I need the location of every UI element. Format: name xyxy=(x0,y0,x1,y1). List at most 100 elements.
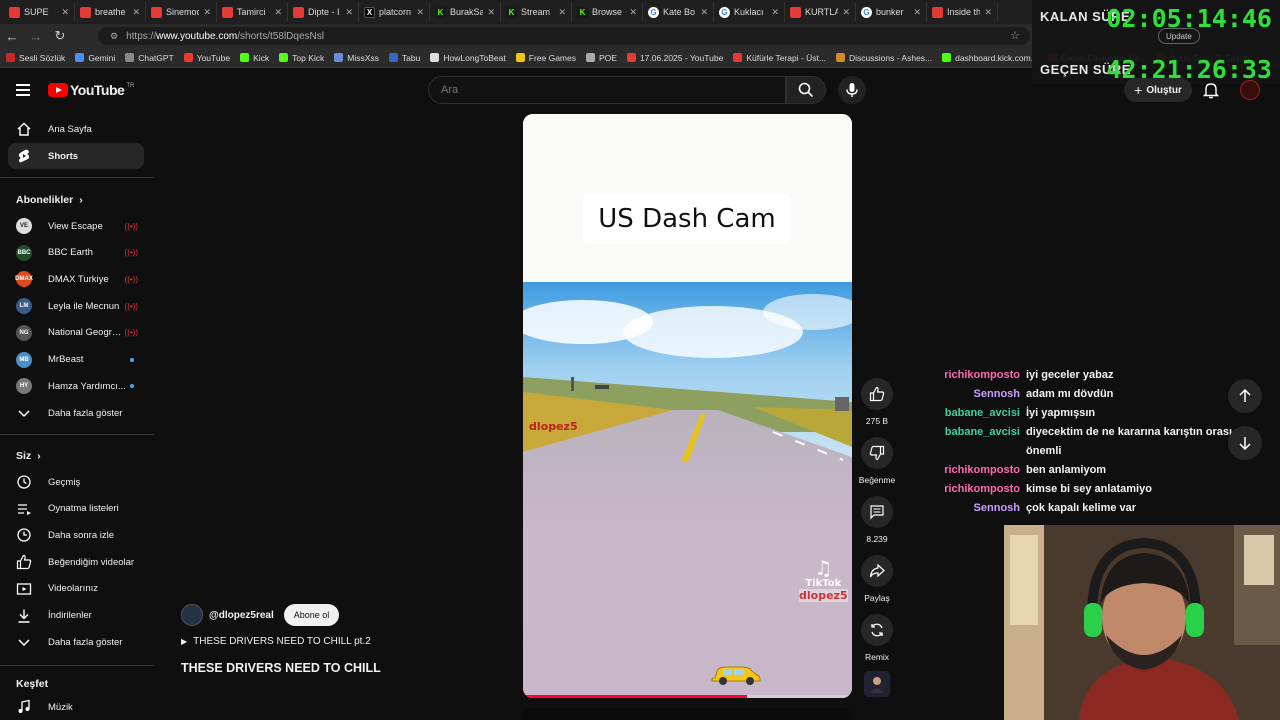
browser-tab[interactable]: Sinemod ✕ xyxy=(146,2,217,22)
close-tab-icon[interactable]: ✕ xyxy=(984,7,992,18)
address-bar[interactable]: ⚙ https://www.youtube.com/shorts/t58lDqe… xyxy=(98,27,1030,45)
reload-icon[interactable]: ↻ xyxy=(48,24,72,48)
channel-avatar[interactable] xyxy=(181,604,203,626)
youtube-logo[interactable]: YouTube TR xyxy=(48,82,134,98)
sidebar-item-label: Oynatma listeleri xyxy=(48,503,119,515)
bookmark-item[interactable]: HowLongToBeat xyxy=(430,53,506,63)
bookmark-item[interactable]: Free Games xyxy=(515,53,576,63)
bookmark-item[interactable]: POE xyxy=(586,53,617,63)
bookmark-item[interactable]: Kick xyxy=(240,53,269,63)
bookmark-item[interactable]: ChatGPT xyxy=(125,53,174,63)
subscribe-button[interactable]: Abone ol xyxy=(283,604,340,626)
bookmark-item[interactable]: Gemini xyxy=(75,53,115,63)
close-tab-icon[interactable]: ✕ xyxy=(842,7,850,18)
menu-icon[interactable] xyxy=(16,84,30,96)
next-short-button[interactable] xyxy=(1228,426,1262,460)
comment-icon xyxy=(870,505,884,520)
browser-tab[interactable]: K Stream ✕ xyxy=(501,2,572,22)
sidebar-item-home[interactable]: Ana Sayfa xyxy=(8,116,144,142)
close-tab-icon[interactable]: ✕ xyxy=(629,7,637,18)
sidebar-item-your-videos[interactable]: Videolarınız xyxy=(8,576,144,602)
short-progress-bar[interactable] xyxy=(523,695,852,698)
create-button[interactable]: + Oluştur xyxy=(1124,78,1192,102)
forward-icon[interactable]: → xyxy=(24,24,48,48)
browser-tab[interactable]: Tamirci ✕ xyxy=(217,2,288,22)
bookmark-item[interactable]: Küfürle Terapi - Üst... xyxy=(733,53,826,63)
sidebar-item-music[interactable]: Müzik xyxy=(8,694,144,720)
comments-button[interactable]: 8.239 xyxy=(858,496,896,544)
browser-tab[interactable]: KURTLA ✕ xyxy=(785,2,856,22)
channel-avatar-button[interactable] xyxy=(858,671,896,697)
close-tab-icon[interactable]: ✕ xyxy=(132,7,140,18)
bookmark-item[interactable]: dashboard.kick.com... xyxy=(942,53,1038,63)
share-button[interactable]: Paylaş xyxy=(858,555,896,603)
close-tab-icon[interactable]: ✕ xyxy=(487,7,495,18)
bookmark-item[interactable]: Sesli Sözlük xyxy=(6,53,65,63)
dislike-button[interactable]: Beğenme xyxy=(858,437,896,485)
account-avatar[interactable] xyxy=(1240,80,1260,100)
browser-tab[interactable]: K BurakSa ✕ xyxy=(430,2,501,22)
short-video-player[interactable]: US Dash Cam dlopez5 ♫ TikTok dlopez5 xyxy=(523,114,852,698)
sidebar-item-chevron-down[interactable]: Daha fazla göster xyxy=(8,629,144,655)
browser-tab[interactable]: Xplatcorn ✕ xyxy=(359,2,430,22)
youtube-icon xyxy=(222,6,233,18)
browser-tab[interactable]: G Kate Bo ✕ xyxy=(643,2,714,22)
close-tab-icon[interactable]: ✕ xyxy=(913,7,921,18)
bookmark-item[interactable]: Top Kick xyxy=(279,53,324,63)
subscription-item[interactable]: MB MrBeast xyxy=(8,347,144,373)
browser-tab[interactable]: Inside th ✕ xyxy=(927,2,998,22)
bookmark-item[interactable]: 17.06.2025 - YouTube xyxy=(626,53,723,63)
bookmark-item[interactable]: Discussions - Ashes... xyxy=(836,53,932,63)
browser-tab-title: SUPE xyxy=(24,7,49,17)
subscriptions-heading[interactable]: Abonelikler › xyxy=(16,194,83,206)
sidebar-item-playlists[interactable]: Oynatma listeleri xyxy=(8,496,144,522)
sidebar-item-shorts[interactable]: Shorts xyxy=(8,143,144,169)
bookmark-item[interactable]: Tabu xyxy=(388,53,420,63)
close-tab-icon[interactable]: ✕ xyxy=(771,7,779,18)
search-input[interactable] xyxy=(441,84,741,96)
video-title[interactable]: THESE DRIVERS NEED TO CHILL xyxy=(181,661,501,675)
next-short-preview[interactable] xyxy=(523,708,852,720)
channel-handle[interactable]: @dlopez5real xyxy=(209,610,274,621)
subscription-item[interactable]: DMAX DMAX Turkiye ((•)) xyxy=(8,266,144,292)
close-tab-icon[interactable]: ✕ xyxy=(416,7,424,18)
previous-short-button[interactable] xyxy=(1228,379,1262,413)
bookmark-item[interactable]: MissXss xyxy=(334,53,379,63)
notifications-bell-icon[interactable] xyxy=(1202,80,1220,100)
close-tab-icon[interactable]: ✕ xyxy=(345,7,353,18)
browser-update-button[interactable]: Update xyxy=(1158,28,1200,44)
sidebar-item-downloads[interactable]: İndirilenler xyxy=(8,603,144,629)
sidebar-item-watch-later[interactable]: Daha sonra izle xyxy=(8,522,144,548)
you-heading[interactable]: Siz › xyxy=(16,450,41,462)
subscription-item[interactable]: BBC BBC Earth ((•)) xyxy=(8,240,144,266)
subscription-item[interactable]: NG National Geogra... ((•)) xyxy=(8,320,144,346)
subscription-item[interactable]: HY Hamza Yardımcı... xyxy=(8,373,144,399)
close-tab-icon[interactable]: ✕ xyxy=(61,7,69,18)
like-button[interactable]: 275 B xyxy=(858,378,896,426)
search-button[interactable] xyxy=(786,76,826,104)
close-tab-icon[interactable]: ✕ xyxy=(558,7,566,18)
browser-tab[interactable]: Dipte - I ✕ xyxy=(288,2,359,22)
browser-tab[interactable]: Gbunker ✕ xyxy=(856,2,927,22)
back-icon[interactable]: ← xyxy=(0,24,24,48)
browser-tab[interactable]: SUPE ✕ xyxy=(4,2,75,22)
playlist-link[interactable]: ▶ THESE DRIVERS NEED TO CHILL pt.2 xyxy=(181,636,501,647)
bookmark-item[interactable]: YouTube xyxy=(183,53,230,63)
voice-search-button[interactable] xyxy=(838,76,866,104)
sidebar-item-history[interactable]: Geçmiş xyxy=(8,469,144,495)
browser-tab[interactable]: G Kuklacı ✕ xyxy=(714,2,785,22)
sidebar-item-liked-videos[interactable]: Beğendiğim videolar xyxy=(8,549,144,575)
subscription-item[interactable]: LM Leyla ile Mecnun ((•)) xyxy=(8,293,144,319)
site-info-icon[interactable]: ⚙ xyxy=(110,31,118,42)
search-box[interactable] xyxy=(428,76,786,104)
channel-avatar: LM xyxy=(16,298,32,315)
subscription-item[interactable]: VE View Escape ((•)) xyxy=(8,213,144,239)
browser-tab[interactable]: K Browse ✕ xyxy=(572,2,643,22)
show-more-subscriptions[interactable]: Daha fazla göster xyxy=(8,400,144,426)
close-tab-icon[interactable]: ✕ xyxy=(203,7,211,18)
bookmark-star-icon[interactable]: ☆ xyxy=(1010,29,1020,42)
remix-button[interactable]: Remix xyxy=(858,614,896,662)
browser-tab[interactable]: breathe ✕ xyxy=(75,2,146,22)
close-tab-icon[interactable]: ✕ xyxy=(700,7,708,18)
close-tab-icon[interactable]: ✕ xyxy=(274,7,282,18)
